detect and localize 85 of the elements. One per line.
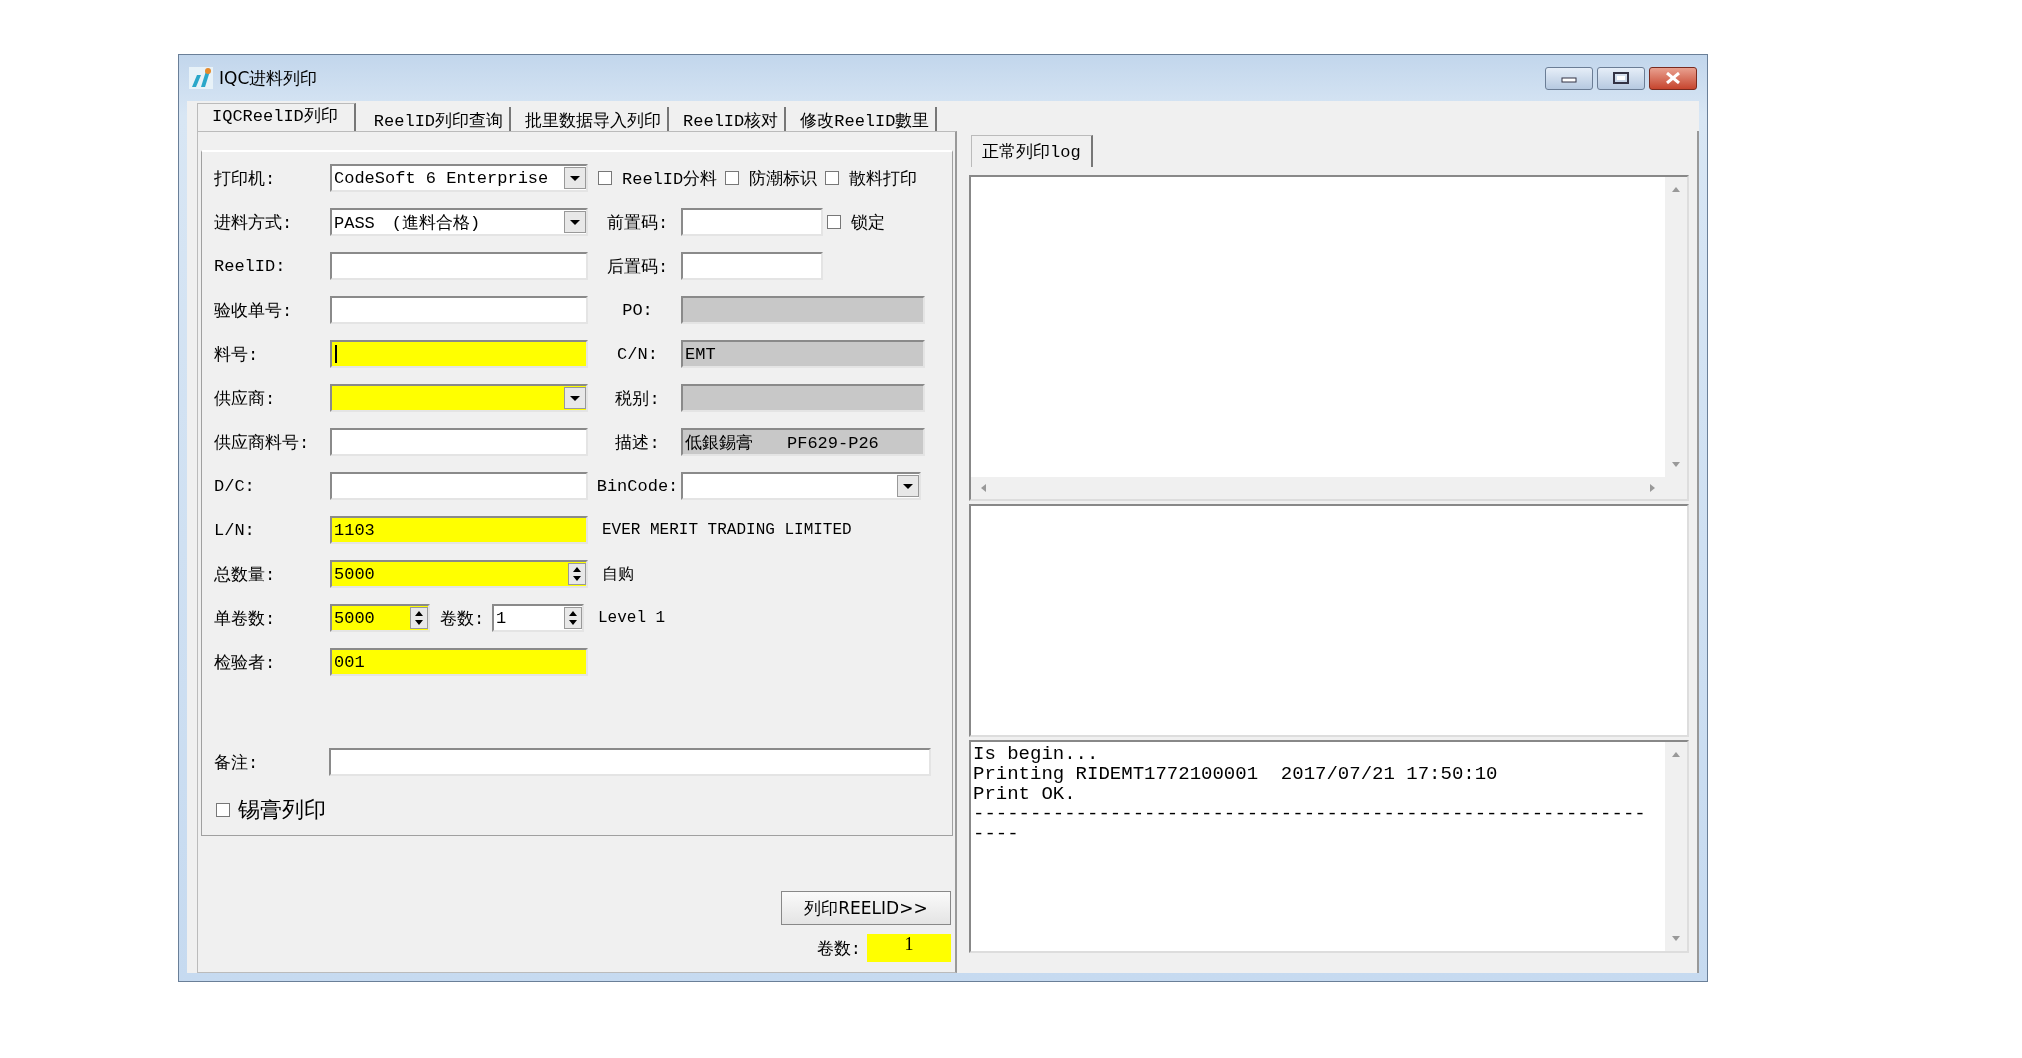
number-field[interactable]: 5000 [330,604,430,632]
log-line: Printing RIDEMT1772100001 2017/07/21 17:50:10 [973,764,1499,784]
checkbox[interactable] [598,171,612,185]
field-label: 描述: [614,432,661,454]
vertical-scrollbar[interactable] [1665,177,1687,477]
text-field[interactable]: 001 [330,648,588,676]
left-arrow-icon [979,483,987,493]
dropdown-field[interactable] [330,384,588,412]
text-field[interactable] [330,340,588,368]
checkbox[interactable] [827,215,841,229]
text-field[interactable] [681,252,823,280]
log-line: ---- [973,824,1020,844]
text-field[interactable]: 1103 [330,516,588,544]
horizontal-scrollbar[interactable] [971,477,1687,499]
checkbox-label: 锁定 [851,212,885,234]
log-line: Is begin... [973,744,1100,764]
checkbox[interactable] [216,802,230,817]
field-label: 供应商料号: [214,432,311,454]
maximize-icon [1613,72,1629,84]
field-label: 验收单号: [214,300,294,322]
field-label: BinCode: [595,476,680,496]
field-label: 税别: [614,388,661,410]
checkbox-label: 锡膏列印 [238,795,326,824]
text-field[interactable] [330,296,588,324]
log-line: Print OK. [973,784,1077,804]
text-field[interactable] [681,208,823,236]
field-label: 后置码: [605,256,670,278]
tab[interactable]: 正常列印log [971,135,1093,167]
app-icon [189,67,213,89]
checkbox[interactable] [825,171,840,185]
close-icon [1665,72,1681,84]
vertical-scrollbar[interactable] [1665,742,1687,951]
text-field[interactable] [330,428,588,456]
text-field[interactable] [330,252,588,280]
minimize-button[interactable] [1545,66,1593,90]
checkbox-label: 散料打印 [849,168,918,190]
field-label: 供应商: [214,388,277,410]
up-arrow-icon [1671,750,1681,758]
field-label: 卷数: [439,608,486,630]
print-button[interactable]: 列印REELID>> [781,891,951,925]
info-text: 自购 [602,564,634,585]
dropdown-field[interactable]: CodeSoft 6 Enterprise [330,164,588,192]
log-line: ----------------------------------------------------------- [973,804,1647,824]
spin-arrows-icon [564,607,582,629]
right-arrow-icon [1649,483,1657,493]
field-label: 打印机: [214,168,277,190]
down-arrow-icon [1671,461,1681,469]
maximize-button[interactable] [1597,66,1645,90]
info-text: EVER MERIT TRADING LIMITED [602,521,852,539]
checkbox[interactable] [725,171,740,185]
field-label: 进料方式: [214,212,294,234]
readonly-field[interactable] [681,296,925,324]
field-label: 料号: [214,344,260,366]
dropdown-field[interactable] [681,472,921,500]
readonly-field[interactable]: EMT [681,340,925,368]
text-field[interactable] [329,748,931,776]
field-label: 前置码: [605,212,670,234]
field-label: 总数量: [214,564,277,586]
readonly-field[interactable]: 低銀錫膏 PF629-P26 [681,428,925,456]
info-text: Level 1 [598,609,666,627]
dropdown-field[interactable]: PASS (進料合格) [330,208,588,236]
field-label: C/N: [616,344,659,364]
tab[interactable]: IQCReelID列印 [197,103,356,131]
field-label: ReelID: [214,256,287,276]
field-label: 卷数: [816,938,861,960]
field-label: PO: [621,300,654,320]
readonly-field[interactable] [681,384,925,412]
field-label: D/C: [214,476,256,496]
close-button[interactable] [1649,66,1697,90]
field-label: 备注: [214,752,260,774]
checkbox-label: 防潮标识 [749,168,818,190]
number-field[interactable]: 5000 [330,560,588,588]
field-label: 检验者: [214,652,277,674]
text-field[interactable] [330,472,588,500]
count-value: 1 [867,934,951,962]
spin-arrows-icon [568,563,586,585]
up-arrow-icon [1671,185,1681,193]
checkbox-label: ReelID分料 [622,168,718,190]
field-label: 单卷数: [214,608,277,630]
spin-arrows-icon [410,607,428,629]
window-title: IQC进料列印 [219,66,319,90]
field-label: L/N: [214,520,256,540]
text-cursor [335,345,337,363]
number-field[interactable]: 1 [492,604,584,632]
down-arrow-icon [1671,935,1681,943]
